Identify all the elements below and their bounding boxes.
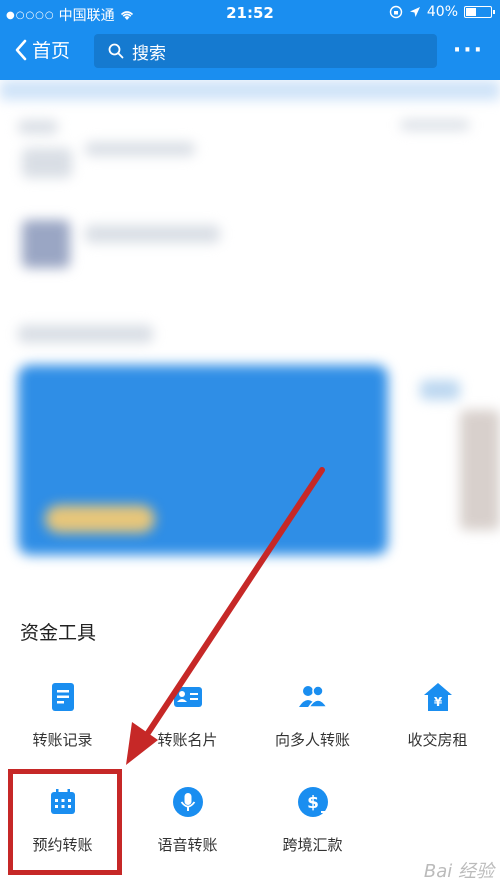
location-icon [409,7,420,17]
tool-label: 转账名片 [157,731,218,749]
blur-strip [0,80,500,100]
more-button[interactable]: ··· [453,38,484,63]
blur-block [460,410,500,530]
tool-voice-transfer[interactable]: 语音转账 [125,786,250,876]
back-button[interactable]: 首页 [14,36,70,63]
top-bar: ●○○○○ 中国联通 21:52 40% 首页 搜索 ··· [0,0,500,80]
tool-label: 转账记录 [32,731,93,749]
blur-block [85,225,220,243]
battery-percent: 40% [426,4,458,20]
blur-block [400,120,470,130]
svg-text:$: $ [307,793,319,813]
search-input[interactable]: 搜索 [94,34,437,68]
blur-block [85,142,195,156]
tool-transfer-card[interactable]: 转账名片 [125,681,250,771]
tool-transfer-records[interactable]: 转账记录 [0,681,125,771]
chevron-left-icon [15,39,27,60]
svg-text:¥: ¥ [433,695,442,709]
tool-label: 语音转账 [157,836,218,854]
tool-rent[interactable]: ¥ 收交房租 [375,681,500,771]
tool-label: 跨境汇款 [282,836,343,854]
tool-multi-transfer[interactable]: 向多人转账 [250,681,375,771]
blur-block [22,220,70,268]
card-icon [173,687,202,707]
battery-fill [466,8,477,16]
status-right: 40% [389,4,495,20]
blur-banner-button [45,505,155,533]
nav-bar: 首页 搜索 ··· [0,30,500,74]
tool-label: 收交房租 [407,731,468,749]
highlight-box [8,769,122,875]
blur-block [420,380,460,400]
battery-icon [464,6,495,18]
status-bar: ●○○○○ 中国联通 21:52 40% [0,0,500,26]
people-icon [298,685,328,708]
tool-label: 向多人转账 [274,731,350,749]
blur-block [22,148,72,178]
search-icon [108,43,124,59]
dollar-icon: $ [297,787,328,817]
blur-block [18,325,153,343]
blur-block [18,120,58,134]
watermark-logo: Bai 经验 [423,861,494,882]
tool-cross-border[interactable]: $ 跨境汇款 [250,786,375,876]
blurred-content [0,80,500,600]
search-placeholder: 搜索 [132,43,166,64]
house-yen-icon: ¥ [423,683,452,711]
document-icon [51,683,74,711]
microphone-icon [172,787,203,817]
rotation-lock-icon [389,5,403,19]
section-title: 资金工具 [20,622,97,644]
back-label: 首页 [32,40,71,62]
